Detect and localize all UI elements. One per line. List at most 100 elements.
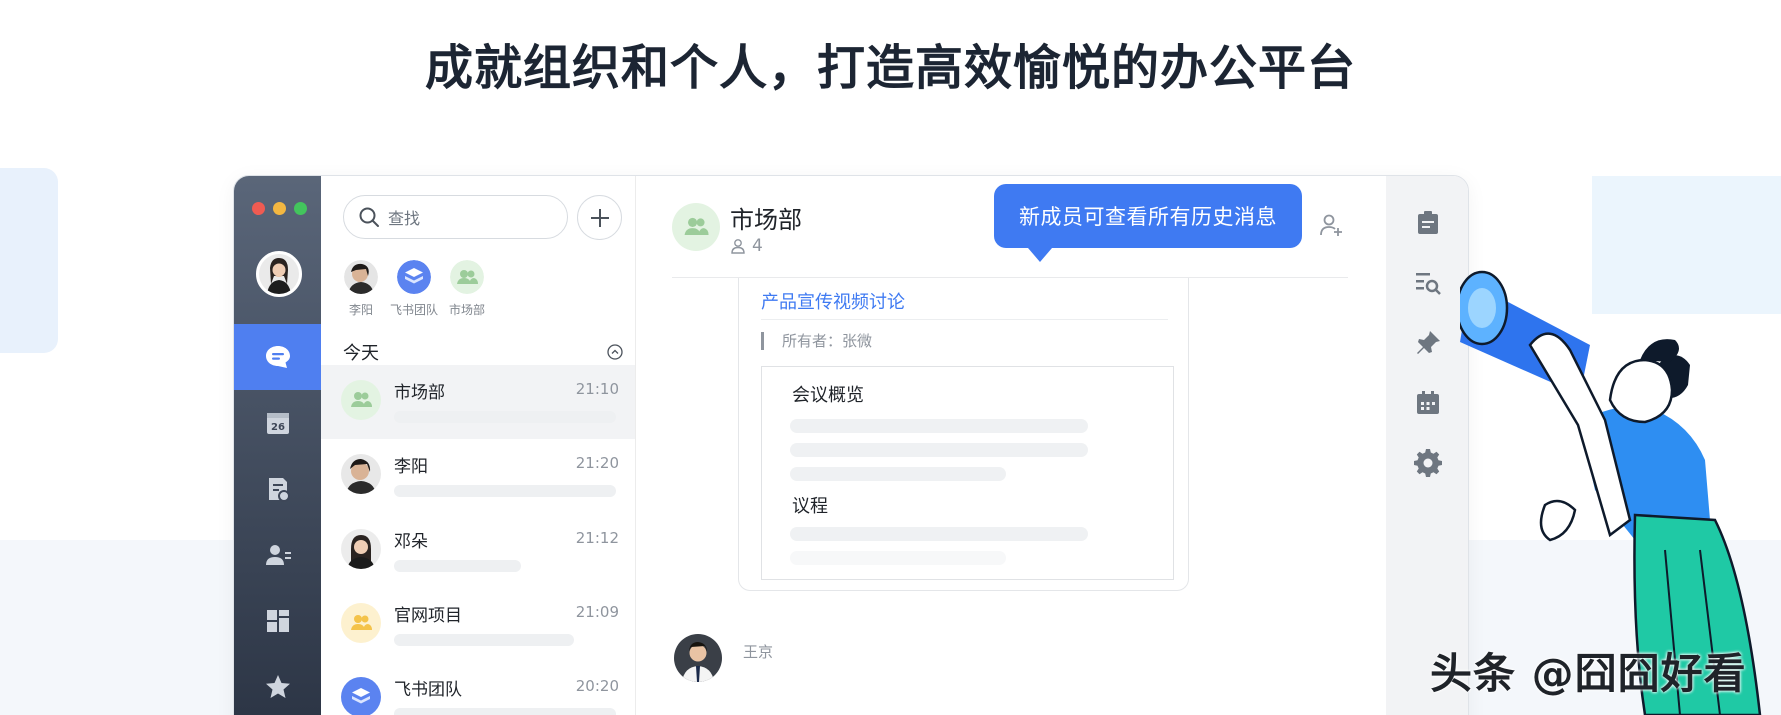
member-count[interactable]: 4 bbox=[730, 236, 763, 256]
pin-tool[interactable] bbox=[1411, 326, 1445, 360]
text-placeholder bbox=[790, 551, 1006, 565]
doc-divider bbox=[761, 319, 1168, 320]
pin-icon bbox=[1417, 331, 1440, 354]
watermark: 头条 @囧囧好看 bbox=[1430, 649, 1747, 698]
text-placeholder bbox=[790, 467, 1006, 481]
chat-row[interactable]: 官网项目 21:09 bbox=[321, 588, 635, 662]
text-placeholder bbox=[790, 527, 1088, 541]
avatar bbox=[341, 529, 381, 569]
message-preview-placeholder bbox=[394, 485, 616, 497]
chat-row[interactable]: 市场部 21:10 bbox=[321, 365, 635, 439]
sender-avatar[interactable] bbox=[674, 634, 722, 682]
message-preview-placeholder bbox=[394, 411, 616, 423]
calendar-grid-icon bbox=[1417, 391, 1439, 414]
chat-time: 21:20 bbox=[575, 454, 619, 472]
recent-contact[interactable]: 市场部 bbox=[449, 260, 485, 318]
nav-item-favorites[interactable] bbox=[234, 654, 321, 715]
recent-contact-name: 市场部 bbox=[449, 303, 486, 317]
calendar-icon: 26 bbox=[266, 413, 289, 434]
chat-time: 21:09 bbox=[575, 603, 619, 621]
nav-item-messages[interactable] bbox=[234, 324, 321, 390]
avatar bbox=[344, 260, 378, 294]
nav-item-docs[interactable] bbox=[234, 456, 321, 522]
recent-contact[interactable]: 飞书团队 bbox=[390, 260, 438, 318]
person-avatar-image bbox=[341, 529, 381, 569]
chat-list-panel: 查找 李阳 飞书团队 市场部 今天 市场部 21:10 李阳 21:20 邓朵 … bbox=[321, 176, 636, 715]
chat-name: 市场部 bbox=[394, 383, 445, 403]
chat-name: 飞书团队 bbox=[394, 680, 462, 700]
group-avatar[interactable] bbox=[672, 203, 720, 251]
feishu-team-avatar bbox=[397, 260, 431, 294]
doc-owner: 所有者：张微 bbox=[761, 332, 872, 350]
chat-row[interactable]: 李阳 21:20 bbox=[321, 439, 635, 513]
search-icon bbox=[359, 207, 379, 227]
member-count-value: 4 bbox=[752, 236, 763, 256]
plus-icon bbox=[590, 208, 609, 227]
group-icon bbox=[684, 217, 709, 235]
chat-name: 邓朵 bbox=[394, 532, 428, 552]
nav-item-calendar[interactable]: 26 bbox=[234, 390, 321, 456]
user-avatar[interactable] bbox=[256, 251, 302, 297]
collapse-icon[interactable] bbox=[607, 344, 623, 360]
chat-row[interactable]: 邓朵 21:12 bbox=[321, 514, 635, 588]
calendar-date-label: 26 bbox=[271, 422, 285, 433]
chat-row[interactable]: 飞书团队 20:20 bbox=[321, 662, 635, 715]
doc-section-heading: 议程 bbox=[792, 496, 828, 517]
feishu-team-avatar bbox=[341, 677, 381, 715]
person-icon bbox=[731, 239, 745, 254]
text-placeholder bbox=[790, 443, 1088, 457]
page: 成就组织和个人，打造高效愉悦的办公平台 26 查找 李阳 飞书团队 市场部 今天… bbox=[0, 0, 1781, 715]
person-avatar-image bbox=[341, 454, 381, 494]
nav-rail: 26 bbox=[234, 176, 321, 715]
minimize-window-button[interactable] bbox=[273, 202, 286, 215]
group-avatar bbox=[341, 603, 381, 643]
app-window: 26 查找 李阳 飞书团队 市场部 今天 市场部 21:10 李阳 21:20 … bbox=[233, 175, 1469, 715]
message-preview-placeholder bbox=[394, 634, 574, 646]
person-avatar-image bbox=[674, 634, 722, 682]
message-preview-placeholder bbox=[394, 560, 521, 572]
conversation-title: 市场部 bbox=[730, 206, 802, 234]
nav-item-workplace[interactable] bbox=[234, 588, 321, 654]
contacts-icon bbox=[265, 545, 291, 565]
doc-card[interactable]: 产品宣传视频讨论 所有者：张微 会议概览 议程 bbox=[738, 278, 1189, 591]
chat-name: 李阳 bbox=[394, 457, 428, 477]
tool-rail bbox=[1386, 176, 1468, 715]
search-list-icon bbox=[1416, 273, 1441, 295]
announcement-tool[interactable] bbox=[1411, 206, 1445, 240]
chat-bubble-icon bbox=[265, 346, 290, 368]
recent-contact[interactable]: 李阳 bbox=[343, 260, 379, 318]
doc-section-heading: 会议概览 bbox=[792, 385, 864, 406]
message-preview-placeholder bbox=[394, 708, 616, 715]
recent-contact-name: 李阳 bbox=[348, 303, 373, 317]
nav-item-contacts[interactable] bbox=[234, 522, 321, 588]
chat-name: 官网项目 bbox=[394, 606, 462, 626]
text-placeholder bbox=[790, 419, 1088, 433]
close-window-button[interactable] bbox=[252, 202, 265, 215]
gear-icon bbox=[1414, 449, 1442, 477]
calendar-tool[interactable] bbox=[1411, 386, 1445, 420]
grid-apps-icon bbox=[266, 610, 289, 632]
group-avatar bbox=[341, 380, 381, 420]
conversation-panel: 市场部 4 产品宣传视频讨论 所有者：张微 会议概览 议程 王京 新成员可查看所… bbox=[636, 176, 1386, 715]
maximize-window-button[interactable] bbox=[294, 202, 307, 215]
doc-title[interactable]: 产品宣传视频讨论 bbox=[761, 288, 905, 314]
sender-name: 王京 bbox=[743, 643, 774, 661]
window-controls bbox=[252, 202, 307, 215]
page-headline: 成就组织和个人，打造高效愉悦的办公平台 bbox=[424, 40, 1356, 96]
avatar bbox=[341, 454, 381, 494]
group-icon bbox=[351, 615, 372, 630]
recent-contacts: 李阳 飞书团队 市场部 bbox=[343, 260, 485, 318]
add-member-icon[interactable] bbox=[1318, 212, 1344, 238]
search-input[interactable]: 查找 bbox=[343, 195, 568, 239]
document-icon bbox=[268, 478, 290, 502]
search-history-tool[interactable] bbox=[1411, 266, 1445, 300]
decor-shape-left bbox=[0, 168, 58, 353]
group-icon bbox=[351, 392, 372, 407]
settings-tool[interactable] bbox=[1411, 446, 1445, 480]
feature-tooltip: 新成员可查看所有历史消息 bbox=[994, 184, 1302, 262]
star-icon bbox=[265, 675, 290, 698]
layers-icon bbox=[352, 688, 370, 704]
user-avatar-image bbox=[259, 254, 299, 294]
add-button[interactable] bbox=[577, 195, 622, 240]
chat-time: 21:12 bbox=[575, 529, 619, 547]
